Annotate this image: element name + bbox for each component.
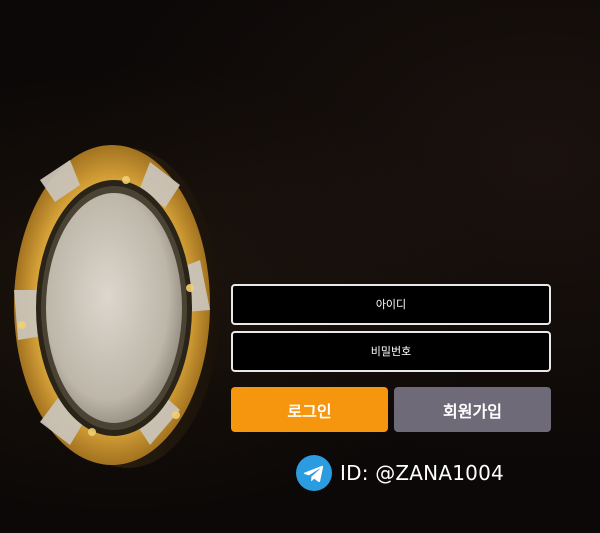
casino-chip-image (14, 145, 220, 468)
signup-button[interactable]: 회원가입 (394, 387, 551, 432)
password-field[interactable] (231, 331, 551, 372)
telegram-icon (296, 455, 332, 491)
username-input[interactable] (233, 286, 549, 323)
telegram-id-text: ID: @ZANA1004 (340, 461, 504, 485)
username-field[interactable] (231, 284, 551, 325)
telegram-contact[interactable]: ID: @ZANA1004 (296, 455, 504, 491)
password-input[interactable] (233, 333, 549, 370)
login-button[interactable]: 로그인 (231, 387, 388, 432)
